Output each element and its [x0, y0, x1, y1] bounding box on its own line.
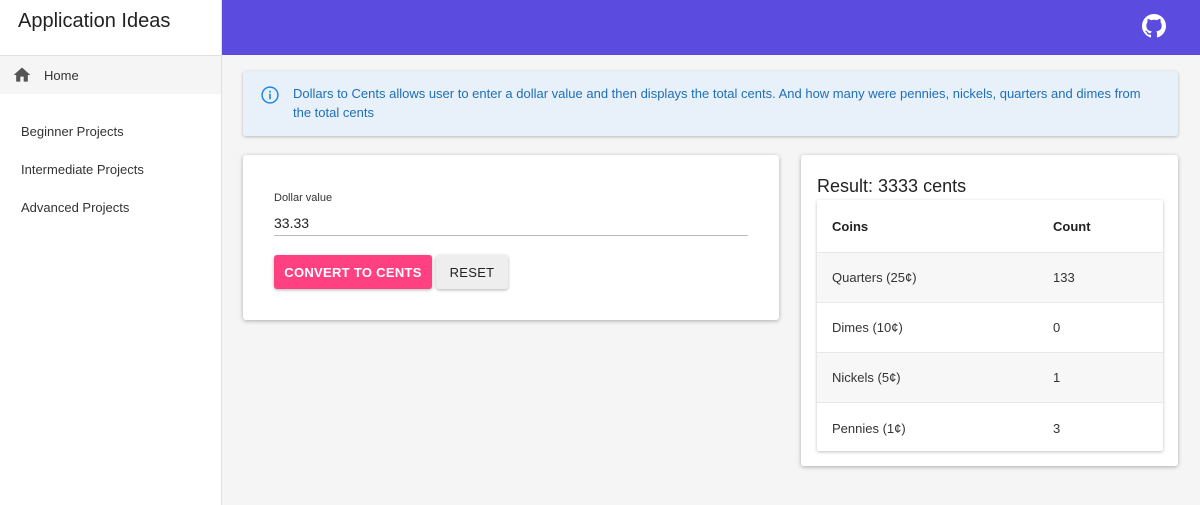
coin-cell: Quarters (25¢) [832, 270, 917, 285]
sidebar-nav: Beginner Projects Intermediate Projects … [0, 112, 221, 226]
table-header-row: Coins Count [817, 200, 1163, 253]
column-header-count: Count [1053, 218, 1091, 234]
info-alert: Dollars to Cents allows user to enter a … [243, 71, 1178, 136]
count-cell: 1 [1053, 370, 1061, 385]
home-icon [12, 65, 32, 85]
table-row: Dimes (10¢) 0 [817, 303, 1163, 353]
coin-cell: Pennies (1¢) [832, 420, 906, 436]
github-icon[interactable] [1142, 14, 1166, 38]
sidebar-item-intermediate[interactable]: Intermediate Projects [0, 150, 221, 188]
count-cell: 133 [1053, 270, 1075, 285]
result-card: Result: 3333 cents Coins Count Quarters … [801, 155, 1178, 466]
top-app-bar [222, 0, 1200, 55]
info-icon [260, 85, 280, 105]
count-cell: 0 [1053, 320, 1061, 335]
result-title: Result: 3333 cents [817, 176, 967, 196]
coin-cell: Nickels (5¢) [832, 370, 901, 385]
table-row: Pennies (1¢) 3 [817, 403, 1163, 453]
sidebar-item-advanced[interactable]: Advanced Projects [0, 188, 221, 226]
table-row: Quarters (25¢) 133 [817, 253, 1163, 303]
dollar-value-label: Dollar value [274, 192, 333, 204]
converter-card: Dollar value CONVERT TO CENTS RESET [243, 155, 779, 320]
dollar-value-input[interactable] [274, 210, 748, 236]
sidebar: Application Ideas Home Beginner Projects… [0, 0, 222, 505]
coins-table: Coins Count Quarters (25¢) 133 Dimes (10… [817, 200, 1163, 451]
alert-text: Dollars to Cents allows user to enter a … [293, 86, 1141, 120]
count-cell: 3 [1053, 420, 1061, 436]
reset-button[interactable]: RESET [436, 255, 508, 289]
app-title: Application Ideas [0, 0, 221, 56]
table-row: Nickels (5¢) 1 [817, 353, 1163, 403]
sidebar-item-beginner[interactable]: Beginner Projects [0, 112, 221, 150]
sidebar-item-label: Home [44, 67, 79, 83]
convert-to-cents-button[interactable]: CONVERT TO CENTS [274, 255, 432, 289]
column-header-coins: Coins [832, 218, 869, 234]
coin-cell: Dimes (10¢) [832, 320, 903, 335]
sidebar-item-home[interactable]: Home [0, 56, 221, 94]
